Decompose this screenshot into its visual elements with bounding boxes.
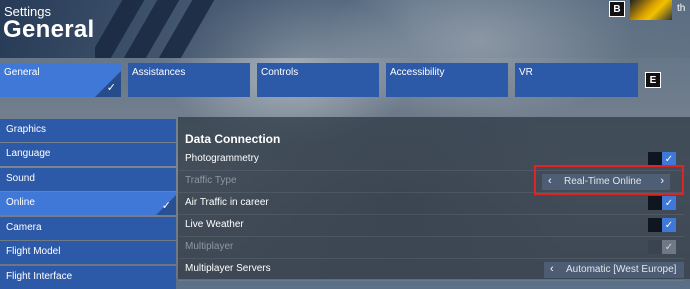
live-weather-toggle[interactable]: ✓ — [648, 218, 676, 232]
header-chevron-decoration — [95, 0, 215, 58]
setting-label: Live Weather — [185, 219, 244, 230]
selector-value: Automatic [West Europe] — [566, 264, 677, 275]
multiplayer-toggle: ✓ — [648, 240, 676, 254]
page-title: General — [3, 16, 95, 43]
setting-row-air-traffic-career[interactable]: Air Traffic in career ✓ — [178, 193, 684, 215]
check-icon: ✓ — [662, 218, 676, 232]
sidebar-item-label: Camera — [6, 222, 42, 233]
tab-label: VR — [519, 67, 533, 78]
sidebar-item-online[interactable]: Online ✓ — [0, 192, 176, 215]
tab-assistances[interactable]: Assistances — [128, 63, 250, 97]
toggle-off-segment — [648, 196, 662, 210]
setting-label: Air Traffic in career — [185, 197, 269, 208]
key-hint-e[interactable]: E — [645, 72, 661, 88]
setting-label: Multiplayer — [185, 241, 234, 252]
sidebar-item-sound[interactable]: Sound — [0, 168, 176, 191]
sidebar-item-label: Flight Interface — [6, 271, 73, 282]
sidebar-item-label: Online — [6, 197, 35, 208]
sidebar-item-camera[interactable]: Camera — [0, 217, 176, 240]
sidebar-item-language[interactable]: Language — [0, 143, 176, 166]
key-hint-b[interactable]: B — [609, 1, 625, 17]
check-icon: ✓ — [106, 82, 116, 94]
sidebar-item-flight-interface[interactable]: Flight Interface — [0, 266, 176, 289]
setting-label: Photogrammetry — [185, 153, 259, 164]
tab-label: General — [4, 67, 40, 78]
check-icon: ✓ — [161, 200, 171, 212]
sidebar-item-graphics[interactable]: Graphics — [0, 119, 176, 142]
settings-panel: Data Connection Photogrammetry ✓ Traffic… — [178, 117, 690, 281]
tab-controls[interactable]: Controls — [257, 63, 379, 97]
multiplayer-servers-selector[interactable]: ‹ Automatic [West Europe] — [544, 262, 684, 278]
annotation-highlight-box — [534, 165, 684, 195]
check-icon: ✓ — [662, 196, 676, 210]
toggle-off-segment — [648, 240, 662, 254]
setting-label: Traffic Type — [185, 175, 237, 186]
setting-row-multiplayer-servers[interactable]: Multiplayer Servers ‹ Automatic [West Eu… — [178, 259, 684, 281]
air-traffic-career-toggle[interactable]: ✓ — [648, 196, 676, 210]
check-icon: ✓ — [662, 152, 676, 166]
chevron-left-icon[interactable]: ‹ — [550, 263, 554, 275]
toggle-off-segment — [648, 218, 662, 232]
sidebar-item-flight-model[interactable]: Flight Model — [0, 241, 176, 264]
setting-row-multiplayer: Multiplayer ✓ — [178, 237, 684, 259]
profile-text: th — [677, 3, 686, 14]
sidebar-item-label: Flight Model — [6, 246, 61, 257]
tab-label: Assistances — [132, 67, 186, 78]
setting-row-live-weather[interactable]: Live Weather ✓ — [178, 215, 684, 237]
photogrammetry-toggle[interactable]: ✓ — [648, 152, 676, 166]
sidebar-item-label: Graphics — [6, 124, 47, 135]
tab-accessibility[interactable]: Accessibility — [386, 63, 508, 97]
tab-vr[interactable]: VR — [515, 63, 638, 97]
section-title: Data Connection — [185, 132, 281, 146]
toggle-off-segment — [648, 152, 662, 166]
check-icon: ✓ — [662, 240, 676, 254]
avatar[interactable] — [630, 0, 672, 20]
tab-label: Controls — [261, 67, 299, 78]
sidebar-item-label: Language — [6, 148, 51, 159]
sidebar-item-label: Sound — [6, 173, 35, 184]
tab-general[interactable]: General ✓ — [0, 63, 121, 97]
setting-label: Multiplayer Servers — [185, 263, 271, 274]
tab-label: Accessibility — [390, 67, 445, 78]
